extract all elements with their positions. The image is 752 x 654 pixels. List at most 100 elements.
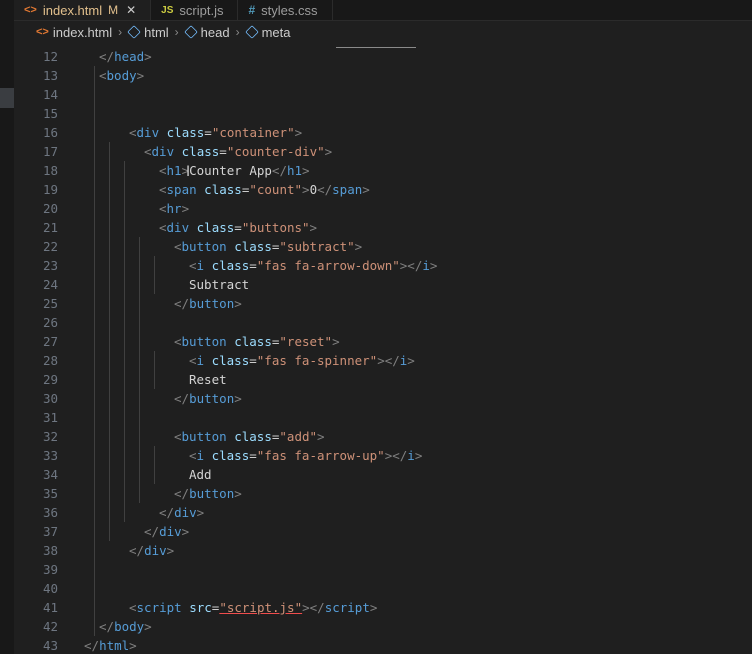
token-br: > <box>354 239 363 254</box>
token-str: "count" <box>249 182 303 197</box>
code-line[interactable]: 41 <script src="script.js"></script> <box>14 598 752 617</box>
code-text: </body> <box>99 617 152 636</box>
token-tag: button <box>181 334 227 349</box>
code-line[interactable]: 24 Subtract <box>14 275 752 294</box>
close-icon[interactable]: ✕ <box>126 3 136 17</box>
token-br: > <box>302 182 310 197</box>
line-number: 15 <box>42 106 58 121</box>
token-attr: class <box>211 448 250 463</box>
token-br: </ <box>144 524 160 539</box>
token-str: "add" <box>279 429 318 444</box>
token-br: > <box>144 619 152 634</box>
code-line[interactable]: 36 </div> <box>14 503 752 522</box>
token-br: > <box>166 543 175 558</box>
code-line[interactable]: 28 <i class="fas fa-spinner"></i> <box>14 351 752 370</box>
code-text: <i class="fas fa-arrow-up"></i> <box>189 446 422 465</box>
token-tag: i <box>422 258 430 273</box>
line-number: 22 <box>42 239 58 254</box>
code-line[interactable]: 39 <box>14 560 752 579</box>
tab-label: index.html <box>42 2 103 18</box>
token-br: </ <box>174 486 190 501</box>
code-line[interactable]: 35 </button> <box>14 484 752 503</box>
token-tag: script <box>136 600 182 615</box>
code-line[interactable]: 33 <i class="fas fa-arrow-up"></i> <box>14 446 752 465</box>
code-line[interactable]: 22 <button class="subtract"> <box>14 237 752 256</box>
token-br: > <box>309 220 318 235</box>
token-br: < <box>189 353 197 368</box>
token-br: < <box>144 144 152 159</box>
code-line[interactable]: 30 </button> <box>14 389 752 408</box>
token-str: "script.js" <box>219 600 303 615</box>
code-text: <div class="container"> <box>129 123 302 142</box>
line-number: 18 <box>42 163 58 178</box>
code-line[interactable]: 40 <box>14 579 752 598</box>
code-text: Subtract <box>189 275 249 294</box>
token-tag: div <box>151 144 175 159</box>
token-tag: button <box>189 486 235 501</box>
code-editor[interactable]: 12 </head> 13 <body> 14 15 16 <div class="conta… <box>14 43 752 654</box>
code-line[interactable]: 15 <box>14 104 752 123</box>
token-br: > <box>414 448 423 463</box>
tab-index-html[interactable]: <> index.html M ✕ <box>14 0 152 20</box>
token-attr: class <box>211 353 250 368</box>
breadcrumb-item-html[interactable]: html <box>127 25 169 40</box>
code-line[interactable]: 27 <button class="reset"> <box>14 332 752 351</box>
line-number: 36 <box>42 505 58 520</box>
code-line[interactable]: 29 Reset <box>14 370 752 389</box>
token-br: </ <box>129 543 145 558</box>
code-line[interactable]: 23 <i class="fas fa-arrow-down"></i> <box>14 256 752 275</box>
line-number: 14 <box>42 87 58 102</box>
token-br: < <box>174 334 182 349</box>
code-text: </div> <box>159 503 204 522</box>
css-file-icon: # <box>248 3 256 17</box>
line-number: 41 <box>42 600 58 615</box>
line-number: 32 <box>42 429 58 444</box>
code-line[interactable]: 38 </div> <box>14 541 752 560</box>
line-number: 38 <box>42 543 58 558</box>
code-line[interactable]: 43 </html> <box>14 636 752 654</box>
code-line[interactable]: 25 </button> <box>14 294 752 313</box>
token-br: > <box>196 505 205 520</box>
code-line[interactable]: 42 </body> <box>14 617 752 636</box>
code-line[interactable]: 32 <button class="add"> <box>14 427 752 446</box>
token-str: "buttons" <box>241 220 310 235</box>
tab-script-js[interactable]: JS script.js <box>151 0 239 20</box>
token-br: < <box>159 163 167 178</box>
mouse-text-cursor: I <box>186 164 191 180</box>
token-br: </ <box>159 505 175 520</box>
code-line[interactable]: 34 Add <box>14 465 752 484</box>
code-line[interactable]: 21 <div class="buttons"> <box>14 218 752 237</box>
line-number: 34 <box>42 467 58 482</box>
token-tag: i <box>407 448 415 463</box>
token-tag: i <box>196 353 205 368</box>
code-line[interactable]: 26 <box>14 313 752 332</box>
code-line[interactable]: 37 </div> <box>14 522 752 541</box>
tab-styles-css[interactable]: # styles.css <box>238 0 333 20</box>
token-br: </ <box>99 619 115 634</box>
line-number: 16 <box>42 125 58 140</box>
token-str: "fas fa-arrow-down" <box>256 258 400 273</box>
code-line[interactable]: 12 </head> <box>14 47 752 66</box>
code-line[interactable]: 18 <h1>Counter App</h1> <box>14 161 752 180</box>
token-br: > <box>302 163 310 178</box>
code-line[interactable]: 20 <hr> <box>14 199 752 218</box>
breadcrumb-item-file[interactable]: <> index.html <box>36 25 112 40</box>
breadcrumb-item-head[interactable]: head <box>183 25 230 40</box>
code-line[interactable]: 16 <div class="container"> <box>14 123 752 142</box>
code-line[interactable]: 19 <span class="count">0</span> <box>14 180 752 199</box>
token-tag: div <box>174 505 197 520</box>
code-line[interactable]: 13 <body> <box>14 66 752 85</box>
token-br: < <box>129 600 137 615</box>
code-text: </div> <box>129 541 174 560</box>
html-file-icon: <> <box>36 26 49 38</box>
token-str: "subtract" <box>279 239 355 254</box>
line-number: 31 <box>42 410 58 425</box>
breadcrumb-item-meta[interactable]: meta <box>244 25 291 40</box>
code-line[interactable]: 31 <box>14 408 752 427</box>
code-line[interactable]: 14 <box>14 85 752 104</box>
token-tag: hr <box>166 201 182 216</box>
token-br: > <box>294 125 303 140</box>
code-line[interactable]: 17 <div class="counter-div"> <box>14 142 752 161</box>
token-br: > <box>136 68 145 83</box>
